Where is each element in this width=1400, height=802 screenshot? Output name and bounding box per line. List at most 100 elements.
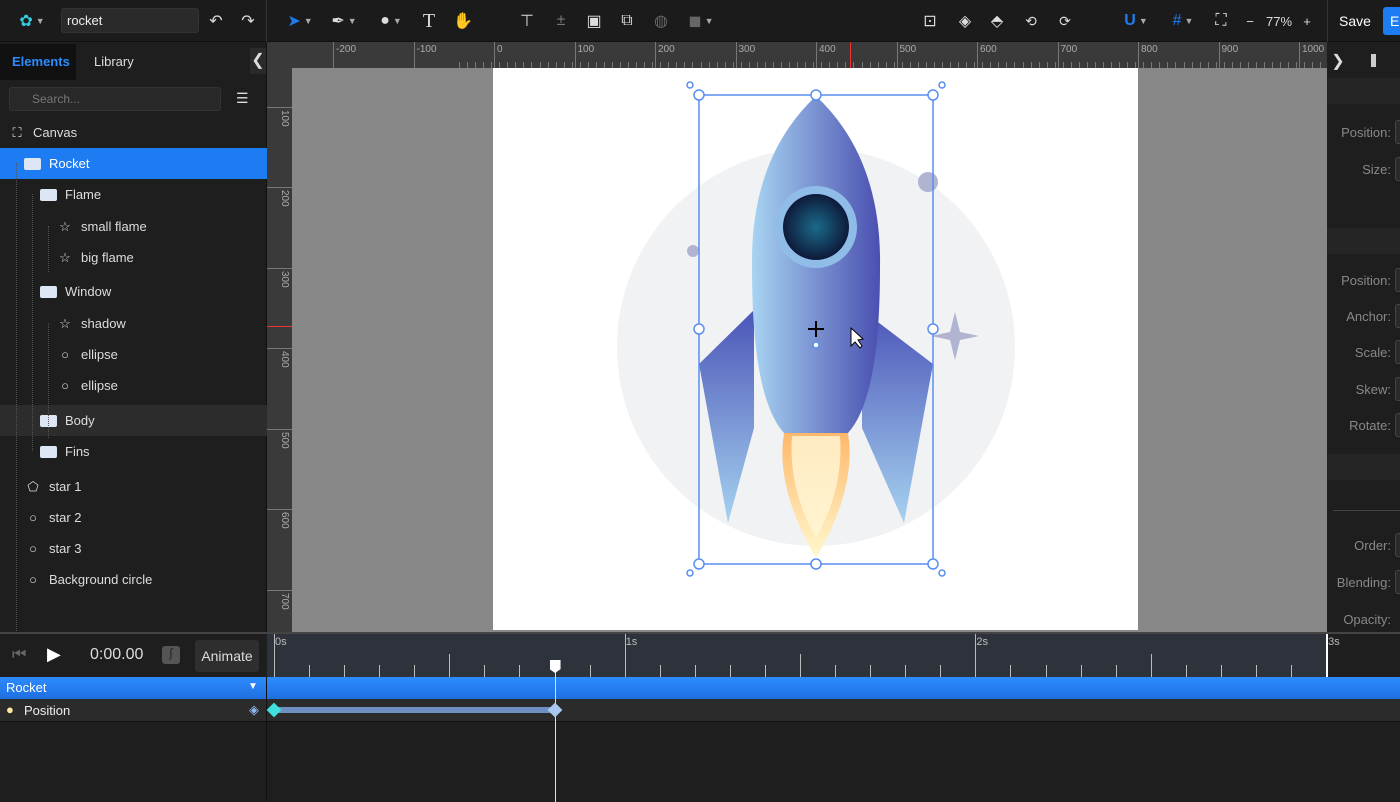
align-left-icon[interactable] [1371,54,1376,67]
track-rocket[interactable]: Rocket ▼ [0,677,1400,699]
add-keyframe-icon[interactable]: ◈ [249,702,259,718]
skip-to-start-icon[interactable]: ⏮ [12,646,26,664]
layer-label: Window [65,284,112,299]
undo-icon[interactable]: ↶ [206,10,226,32]
property-field[interactable] [1395,268,1400,292]
layer-item[interactable]: ☆ big flame [0,242,267,273]
property-field[interactable] [1395,120,1400,144]
layer-label: ellipse [81,378,118,393]
zoom-out-button[interactable]: − [1243,10,1257,32]
layer-item[interactable]: Body [0,405,267,436]
star-2[interactable] [918,172,938,192]
easing-icon[interactable]: ∫ [162,646,180,664]
layer-item[interactable]: ⬠ star 1 [0,471,267,502]
ruler-label: 900 [1218,42,1241,68]
align-middle-icon[interactable]: ± [551,10,571,32]
tab-library[interactable]: Library [82,44,146,80]
expand-panel-icon[interactable]: ❯ [1329,48,1347,76]
layer-item[interactable]: ☆ small flame [0,211,267,242]
fit-selection-icon[interactable]: ⊡ [920,10,940,32]
layer-item[interactable]: ⛶ Canvas [0,117,267,148]
hand-tool-icon[interactable]: ✋ [453,10,473,32]
grid-icon[interactable]: # ▼ [1166,10,1200,32]
app-logo-icon: ✿ [19,13,33,30]
ruler-label: 300 [267,267,292,290]
rotate-right-90-icon[interactable]: ⟳ [1054,10,1076,32]
property-field[interactable] [1395,533,1400,557]
tab-elements[interactable]: Elements [0,44,76,80]
timeline-ruler[interactable]: 0s 1s 2s 3s [267,634,1340,677]
property-field[interactable] [1395,157,1400,181]
timeline-tick [519,665,521,677]
mask-icon[interactable]: ◍ [651,10,671,32]
group-icon[interactable]: ▣ [584,10,604,32]
snap-magnet-icon[interactable]: U ▼ [1119,10,1153,32]
layer-item[interactable]: Flame [0,179,267,210]
property-field[interactable] [1395,413,1400,437]
export-button[interactable]: E [1383,7,1400,35]
ruler-label: 500 [267,428,292,451]
select-tool-icon[interactable]: ➤ ▼ [283,10,317,32]
rotate-left-90-icon[interactable]: ⟲ [1020,10,1042,32]
window-ellipse[interactable] [783,194,849,260]
ruler-label: -200 [333,42,358,68]
app-menu-button[interactable]: ✿ ▼ [12,10,52,32]
pen-tool-icon[interactable]: ✒ ▼ [327,10,361,32]
zoom-in-button[interactable]: + [1300,10,1314,32]
keyframe-span[interactable] [274,707,555,713]
layer-item[interactable]: ○ ellipse [0,339,267,370]
divider [266,0,267,42]
layer-item[interactable]: ○ ellipse [0,370,267,401]
layer-item[interactable]: Rocket [0,148,267,179]
property-field[interactable] [1395,340,1400,364]
flip-vertical-icon[interactable]: ⬘ [987,10,1007,32]
zoom-level[interactable]: 77% [1262,10,1296,32]
ruler-label: 600 [267,509,292,531]
canvas-stage[interactable] [292,68,1327,632]
layer-item[interactable]: ○ Background circle [0,564,267,595]
playhead[interactable] [554,664,556,802]
flip-horizontal-icon[interactable]: ◈ [955,10,975,32]
redo-icon[interactable]: ↷ [238,10,258,32]
align-top-icon[interactable]: ⊤ [517,10,537,32]
track-position[interactable]: ● Position ◈ [0,699,1400,722]
boolean-icon[interactable]: ◼ ▼ [684,10,718,32]
vertical-ruler: 100 200 300 400 500 600 700 [267,68,292,632]
star-3[interactable] [687,245,699,257]
layer-item[interactable]: ○ star 2 [0,502,267,533]
search-input[interactable]: Search... [9,87,221,111]
timeline-tick [1185,665,1187,677]
text-tool-icon[interactable]: T [420,10,438,32]
document-name-input[interactable]: rocket [61,8,199,33]
timeline-tick [870,665,872,677]
timeline-tick [1080,665,1082,677]
timeline-tick [1220,665,1222,677]
ellipse-icon: ○ [61,347,69,362]
layer-item[interactable]: ☆ shadow [0,308,267,339]
collapse-panel-icon[interactable]: ❮ [250,48,266,74]
current-time[interactable]: 0:00.00 [90,646,143,664]
shape-tool-icon[interactable]: ● ▼ [373,10,409,32]
timeline-tick-label: 0s [274,634,287,677]
timeline-tick [379,665,381,677]
track-dropdown-icon[interactable]: ▼ [248,681,258,692]
animate-button[interactable]: Animate [195,640,259,672]
property-field[interactable] [1395,377,1400,401]
layer-label: Fins [65,444,90,459]
lightbulb-icon[interactable]: ● [6,702,14,717]
layer-item[interactable]: Window [0,276,267,307]
property-field[interactable] [1395,570,1400,594]
ruler-label: 200 [267,187,292,209]
layer-label: shadow [81,316,126,331]
layer-item[interactable]: Fins [0,436,267,467]
property-field[interactable] [1395,304,1400,328]
save-button[interactable]: Save [1336,10,1374,32]
play-icon[interactable]: ▶ [47,644,61,665]
ungroup-icon[interactable]: ⧉ [617,10,637,32]
layer-item[interactable]: ○ star 3 [0,533,267,564]
ruler-label: -100 [413,42,439,68]
fit-canvas-icon[interactable]: ⛶ [1211,10,1231,32]
layer-label: Background circle [49,572,153,587]
timeline-tick [764,665,766,677]
sort-icon[interactable]: ☰ [236,90,249,107]
